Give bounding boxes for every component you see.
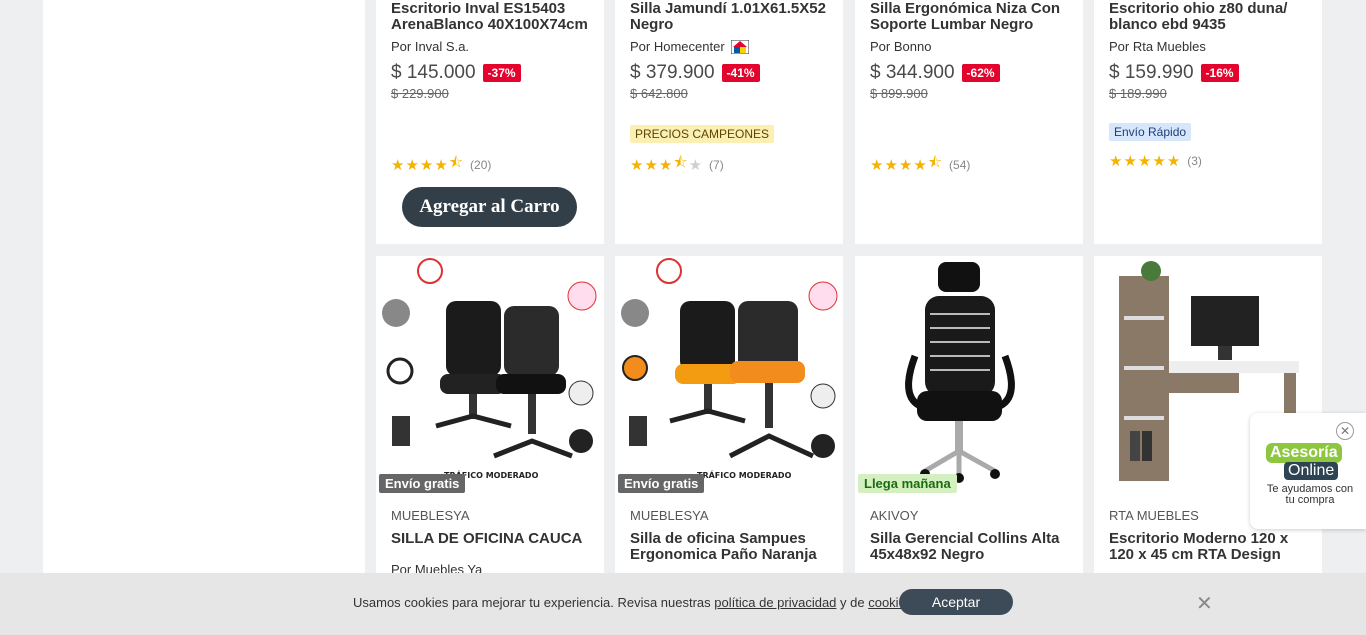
star-icon: ★ <box>898 156 913 174</box>
cookie-banner: Usamos cookies para mejorar tu experienc… <box>0 573 1366 635</box>
product-title[interactable]: Silla Jamundí 1.01X61.5X52 Negro <box>630 1 830 33</box>
product-price: $ 344.900 <box>870 62 955 83</box>
office-chair-image: TRÁFICO MODERADO <box>621 258 838 480</box>
review-count: (20) <box>470 157 492 172</box>
close-icon[interactable]: ✕ <box>1196 591 1213 616</box>
half-star-icon: ⯪ <box>927 154 943 171</box>
close-icon[interactable]: ✕ <box>1336 422 1354 440</box>
product-price: $ 145.000 <box>391 62 476 83</box>
product-seller: Por Bonno <box>870 39 932 54</box>
product-title[interactable]: Silla Gerencial Collins Alta 45x48x92 Ne… <box>870 531 1070 563</box>
product-title[interactable]: Silla de oficina Sampues Ergonomica Paño… <box>630 531 830 563</box>
old-price: $ 899.900 <box>870 86 928 101</box>
discount-badge: -62% <box>961 64 1000 82</box>
product-seller: Por Inval S.a. <box>391 39 470 54</box>
product-image[interactable]: TRÁFICO MODERADO <box>376 256 604 486</box>
star-icon: ★ <box>405 156 419 174</box>
product-title[interactable]: Escritorio ohio z80 duna/ blanco ebd 943… <box>1109 1 1309 33</box>
star-icon: ★ <box>391 156 405 174</box>
office-chair-image: TRÁFICO MODERADO <box>382 258 597 480</box>
product-card[interactable]: Llega mañana AKIVOY Silla Gerencial Coll… <box>855 256 1083 576</box>
product-title[interactable]: Silla Ergonómica Niza Con Soporte Lumbar… <box>870 1 1070 33</box>
review-count: (7) <box>709 157 724 172</box>
product-image[interactable]: TRÁFICO MODERADO <box>615 256 843 486</box>
product-brand: MUEBLESYA <box>391 508 470 523</box>
accept-cookies-button[interactable]: Aceptar <box>899 589 1013 615</box>
product-price: $ 159.990 <box>1109 62 1194 83</box>
product-card[interactable]: TRÁFICO MODERADO Envío gratis MUEBLESYA … <box>376 256 604 576</box>
star-icon: ★ <box>419 156 434 174</box>
empty-star-icon: ★ <box>688 156 703 174</box>
privacy-policy-link[interactable]: política de privacidad <box>714 595 836 610</box>
old-price: $ 189.990 <box>1109 86 1167 101</box>
star-icon: ★ <box>658 156 673 174</box>
product-card[interactable]: Escritorio ohio z80 duna/ blanco ebd 943… <box>1094 0 1322 244</box>
cookie-message: Usamos cookies para mejorar tu experienc… <box>353 595 916 610</box>
advisory-logo-bottom: Online <box>1284 462 1339 480</box>
promo-badge: PRECIOS CAMPEONES <box>630 125 775 143</box>
product-card[interactable]: TRÁFICO MODERADO Envío gratis MUEBLESYA … <box>615 256 843 576</box>
star-icon: ★ <box>630 156 644 174</box>
advisory-logo-top: Asesoría <box>1266 443 1342 463</box>
star-icon: ★ <box>1123 153 1137 170</box>
product-card[interactable]: Silla Ergonómica Niza Con Soporte Lumbar… <box>855 0 1083 244</box>
product-brand: RTA MUEBLES <box>1109 508 1199 523</box>
image-overlay-text: TRÁFICO MODERADO <box>697 469 792 480</box>
executive-chair-image <box>905 262 1015 483</box>
discount-badge: -41% <box>721 64 760 82</box>
star-icon: ★ <box>1152 153 1166 170</box>
product-price: $ 379.900 <box>630 62 715 83</box>
star-icon: ★ <box>913 156 927 174</box>
shipping-badge: Llega mañana <box>858 474 957 493</box>
shipping-badge: Envío gratis <box>379 474 466 493</box>
online-advisory-widget[interactable]: ✕ Asesoría Online Te ayudamos con tu com… <box>1250 413 1366 529</box>
old-price: $ 229.900 <box>391 86 449 101</box>
homecenter-logo-icon <box>730 39 749 54</box>
product-card[interactable]: Escritorio Inval ES15403 ArenaBlanco 40X… <box>376 0 604 244</box>
star-icon: ★ <box>870 156 884 174</box>
star-icon: ★ <box>1109 153 1123 170</box>
rating-stars: ★ ★ ★ ⯪ ★ (7) <box>630 152 724 177</box>
rating-stars: ★ ★ ★ ★ ★ (3) <box>1109 152 1202 170</box>
filters-sidebar <box>43 0 365 635</box>
product-title[interactable]: SILLA DE OFICINA CAUCA <box>391 531 591 547</box>
product-seller: Por Homecenter <box>630 39 830 54</box>
product-brand: AKIVOY <box>870 508 919 523</box>
product-image[interactable] <box>855 256 1083 486</box>
old-price: $ 642.800 <box>630 86 688 101</box>
product-card[interactable]: Silla Jamundí 1.01X61.5X52 Negro Por Hom… <box>615 0 843 244</box>
product-title[interactable]: Escritorio Inval ES15403 ArenaBlanco 40X… <box>391 1 591 33</box>
review-count: (54) <box>949 157 971 172</box>
product-brand: MUEBLESYA <box>630 508 709 523</box>
rating-stars: ★ ★ ★ ★ ⯪ (20) <box>391 152 491 177</box>
product-title[interactable]: Escritorio Moderno 120 x 120 x 45 cm RTA… <box>1109 531 1309 563</box>
half-star-icon: ⯪ <box>673 154 688 171</box>
product-seller: Por Rta Muebles <box>1109 39 1206 54</box>
shipping-badge: Envío gratis <box>618 474 705 493</box>
star-icon: ★ <box>1166 153 1181 170</box>
fast-shipping-badge: Envío Rápido <box>1109 123 1192 141</box>
advisory-subtitle: Te ayudamos con tu compra <box>1266 483 1354 506</box>
review-count: (3) <box>1187 154 1202 168</box>
star-icon: ★ <box>434 156 448 174</box>
add-to-cart-button[interactable]: Agregar al Carro <box>402 187 577 227</box>
half-star-icon: ⯪ <box>448 154 464 171</box>
star-icon: ★ <box>644 156 658 174</box>
rating-stars: ★ ★ ★ ★ ⯪ (54) <box>870 152 970 177</box>
star-icon: ★ <box>884 156 898 174</box>
discount-badge: -16% <box>1200 64 1239 82</box>
star-icon: ★ <box>1137 153 1152 170</box>
discount-badge: -37% <box>482 64 521 82</box>
